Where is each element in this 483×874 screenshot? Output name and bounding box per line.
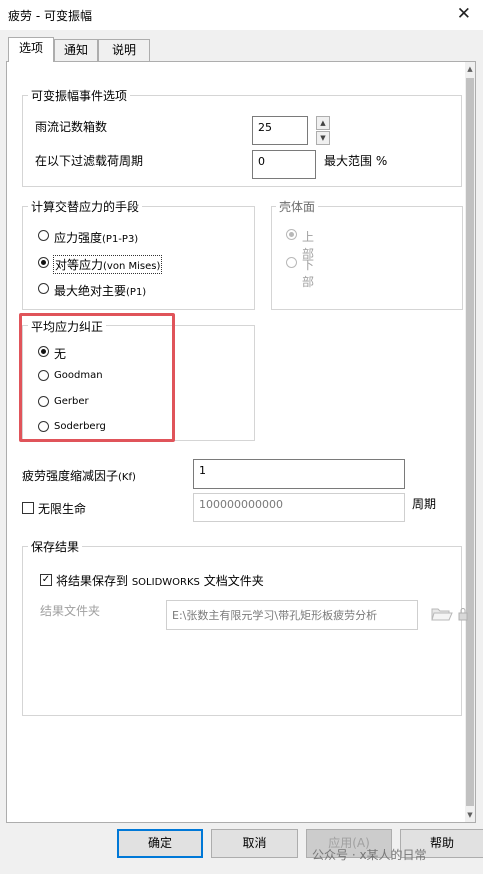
radio-button[interactable]	[38, 230, 49, 241]
shell-bottom-label: 下部	[302, 258, 315, 289]
lock-icon	[458, 608, 468, 621]
shell-face-legend: 壳体面	[276, 198, 319, 215]
cancel-button[interactable]: 取消	[211, 829, 298, 858]
ok-button[interactable]: 确定	[117, 829, 203, 858]
von-mises-label: 对等应力(von Mises)	[53, 255, 163, 274]
cycles-unit-label: 周期	[412, 497, 437, 511]
title-bar: 疲劳 - 可变振幅 ✕	[0, 0, 483, 30]
scroll-up-icon[interactable]: ▲	[465, 62, 475, 76]
scrollbar-thumb[interactable]	[466, 78, 474, 806]
filter-cycles-input[interactable]: 0	[252, 150, 316, 179]
radio-button-selected[interactable]	[286, 229, 297, 240]
scroll-down-icon[interactable]: ▼	[465, 808, 475, 822]
fatigue-factor-label: 疲劳强度缩减因子(Kf)	[22, 469, 136, 483]
shell-face-group	[271, 206, 463, 310]
watermark-text: 公众号 · x某人的日常	[312, 848, 427, 862]
folder-open-icon[interactable]	[431, 605, 453, 623]
results-folder-label: 结果文件夹	[40, 604, 101, 618]
save-to-folder-label: 将结果保存到 SOLIDWORKS 文档文件夹	[56, 574, 264, 588]
infinite-life-checkbox[interactable]	[22, 502, 34, 514]
radio-button[interactable]	[286, 257, 297, 268]
rainflow-label: 雨流记数箱数	[35, 120, 108, 134]
event-options-group	[22, 95, 462, 187]
tab-description[interactable]: 说明	[98, 39, 150, 61]
radio-button[interactable]	[38, 283, 49, 294]
save-results-legend: 保存结果	[28, 538, 83, 555]
radio-button-selected[interactable]	[38, 257, 49, 268]
max-range-label: 最大范围 %	[324, 154, 388, 168]
event-options-legend: 可变振幅事件选项	[28, 87, 131, 104]
vertical-scrollbar[interactable]: ▲ ▼	[465, 62, 475, 822]
highlight-box	[19, 313, 175, 442]
tab-notification[interactable]: 通知	[54, 39, 98, 61]
stress-intensity-label: 应力强度(P1-P3)	[54, 231, 139, 245]
window-title: 疲劳 - 可变振幅	[8, 9, 92, 23]
results-folder-input[interactable]: E:\张数主有限元学习\带孔矩形板疲劳分析	[166, 600, 418, 630]
infinite-life-cycles-input[interactable]: 100000000000	[193, 493, 405, 522]
tab-options[interactable]: 选项	[8, 37, 54, 62]
fatigue-factor-input[interactable]: 1	[193, 459, 405, 489]
infinite-life-label: 无限生命	[38, 502, 87, 516]
close-icon[interactable]: ✕	[457, 4, 471, 24]
save-to-folder-checkbox[interactable]: ✓	[40, 574, 52, 586]
max-abs-principal-label: 最大绝对主要(P1)	[54, 284, 147, 298]
filter-label: 在以下过滤载荷周期	[35, 154, 144, 168]
rainflow-bins-input[interactable]: 25	[252, 116, 308, 145]
spin-up-icon[interactable]: ▲	[316, 116, 330, 130]
alternating-stress-legend: 计算交替应力的手段	[28, 198, 143, 215]
spin-down-icon[interactable]: ▼	[316, 131, 330, 145]
